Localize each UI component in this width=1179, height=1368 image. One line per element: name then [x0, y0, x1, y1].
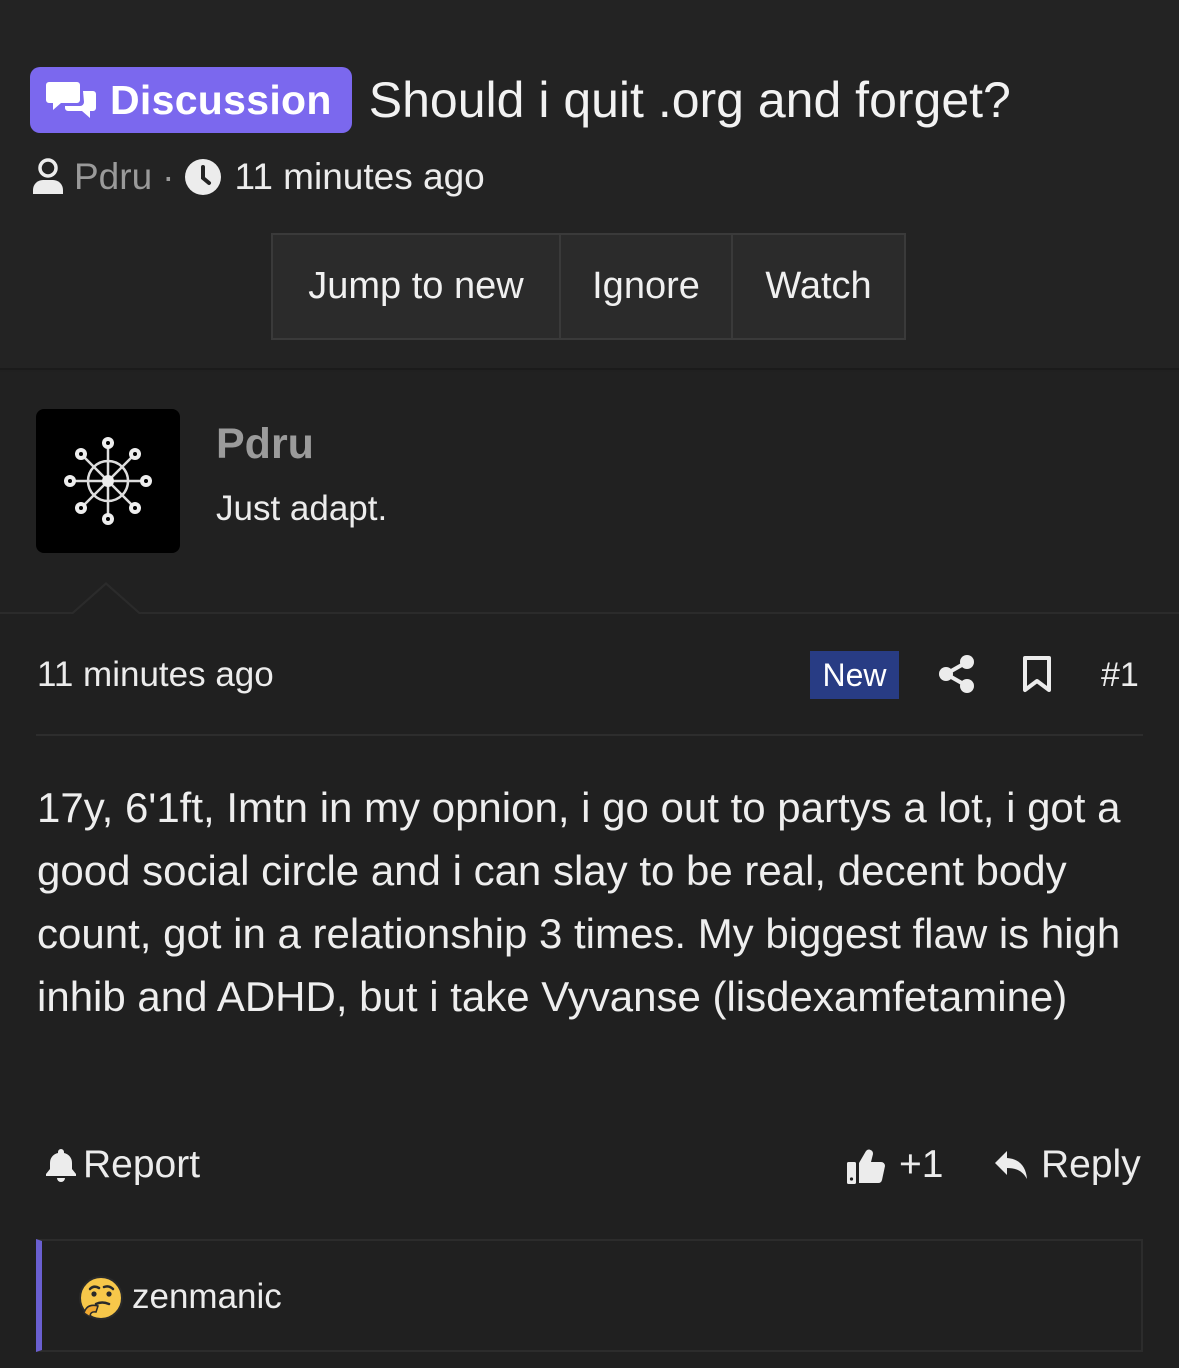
post-author-name[interactable]: Pdru: [216, 420, 314, 469]
avatar-emblem-icon: [64, 437, 152, 525]
meta-separator: ·: [162, 156, 175, 197]
post-header-rule: [36, 734, 1143, 736]
post-author-title: Just adapt.: [216, 489, 388, 528]
user-bar-caret-fill: [72, 585, 140, 615]
reply-button[interactable]: Reply: [993, 1143, 1141, 1187]
discussion-tag[interactable]: Discussion: [30, 67, 352, 133]
thumbs-up-icon: [847, 1149, 885, 1184]
thread-actions: Jump to new Ignore Watch: [271, 233, 906, 340]
bookmark-icon[interactable]: [1022, 655, 1052, 693]
user-bar-divider: [0, 612, 1179, 614]
reactions-bar[interactable]: zenmanic: [36, 1239, 1143, 1352]
like-count: +1: [899, 1143, 944, 1186]
title-row: Discussion Should i quit .org and forget…: [30, 67, 1011, 133]
thread-meta: Pdru · 11 minutes ago: [30, 156, 485, 198]
post-body: 17y, 6'1ft, Imtn in my opnion, i go out …: [37, 784, 1121, 1020]
new-badge: New: [810, 651, 899, 699]
thread-time[interactable]: 11 minutes ago: [234, 156, 484, 198]
post-user-bar: Pdru Just adapt.: [0, 372, 1179, 614]
clock-icon: [185, 159, 222, 195]
report-button[interactable]: Report: [45, 1143, 200, 1187]
report-label: Report: [83, 1143, 201, 1186]
discussion-tag-label: Discussion: [110, 76, 332, 123]
thread-header: Discussion Should i quit .org and forget…: [0, 0, 1179, 370]
thinking-face-icon: [79, 1276, 123, 1320]
reaction-user[interactable]: zenmanic: [132, 1277, 282, 1317]
reply-icon: [995, 1151, 1027, 1179]
ignore-button[interactable]: Ignore: [561, 235, 733, 338]
post-number[interactable]: #1: [1101, 656, 1139, 695]
jump-to-new-button[interactable]: Jump to new: [273, 235, 561, 338]
comments-icon: [46, 82, 96, 118]
share-icon[interactable]: [937, 654, 977, 694]
avatar[interactable]: [36, 409, 180, 553]
like-button[interactable]: +1: [845, 1143, 943, 1187]
bell-icon: [46, 1149, 76, 1182]
watch-button[interactable]: Watch: [733, 235, 904, 338]
post-time[interactable]: 11 minutes ago: [37, 655, 274, 695]
reply-label: Reply: [1041, 1143, 1141, 1186]
user-icon: [33, 158, 63, 194]
thread-author-link[interactable]: Pdru: [74, 156, 152, 198]
thread-title: Should i quit .org and forget?: [368, 72, 1011, 128]
